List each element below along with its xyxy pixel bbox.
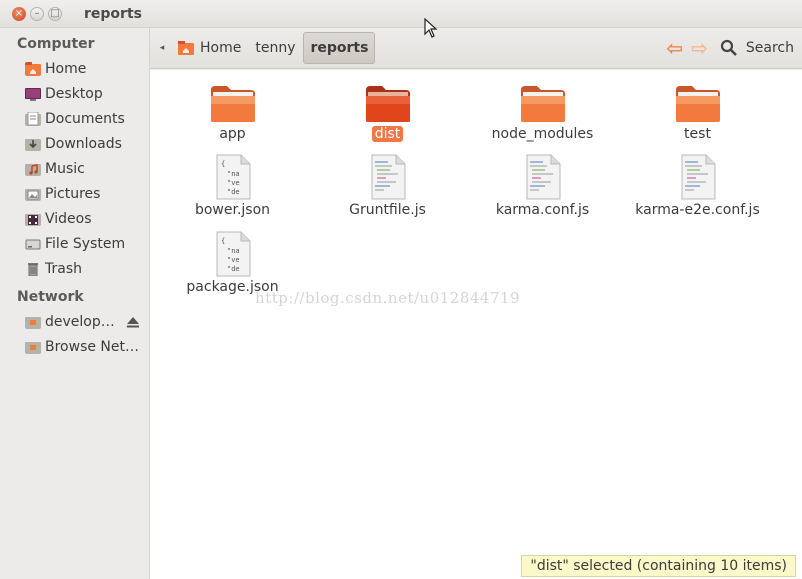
network-share-icon (25, 316, 41, 329)
back-button[interactable]: ⇦ (666, 36, 683, 60)
title-bar: × – □ reports (0, 0, 802, 28)
sidebar-item-label: Desktop (45, 85, 103, 102)
json-preview-line: "na (227, 247, 240, 255)
json-file-icon: { "na "ve "de (216, 231, 250, 277)
file-name: karma-e2e.conf.js (635, 202, 760, 218)
json-preview-line: "na (227, 170, 240, 178)
json-preview-line: "de (227, 265, 240, 273)
sidebar-item-browse-network[interactable]: Browse Net… (0, 334, 149, 359)
breadcrumb-label: Home (200, 40, 242, 56)
file-item-gruntfile-js[interactable]: Gruntfile.js (310, 154, 465, 218)
mouse-cursor-icon (424, 18, 438, 38)
file-name: app (219, 126, 246, 142)
sidebar-item-pictures[interactable]: Pictures (0, 181, 149, 206)
sidebar-item-trash[interactable]: Trash (0, 256, 149, 281)
forward-button[interactable]: ⇨ (691, 36, 708, 60)
sidebar-item-label: Browse Net… (45, 338, 140, 355)
file-name: test (684, 126, 711, 142)
sidebar-item-develop-share[interactable]: develop… (0, 309, 149, 334)
file-item-bower-json[interactable]: { "na "ve "de bower.json (155, 154, 310, 218)
js-file-icon (526, 154, 560, 200)
file-name: dist (371, 126, 404, 142)
sidebar-item-file-system[interactable]: File System (0, 231, 149, 256)
watermark-text: http://blog.csdn.net/u012844719 (255, 289, 521, 307)
js-file-icon (371, 154, 405, 200)
status-text: "dist" selected (containing 10 items) (530, 558, 787, 574)
eject-icon[interactable] (126, 315, 140, 329)
home-folder-icon (25, 61, 41, 76)
home-folder-icon (178, 41, 194, 55)
pictures-folder-icon (25, 188, 41, 201)
window-title: reports (84, 5, 142, 22)
sidebar-heading-network: Network (17, 288, 84, 305)
breadcrumb-reports[interactable]: reports (303, 32, 376, 64)
json-preview-line: "ve (227, 179, 240, 187)
file-item-karma-e2e-conf-js[interactable]: karma-e2e.conf.js (620, 154, 775, 218)
breadcrumb-label: tenny (255, 40, 296, 56)
trash-icon (28, 262, 38, 276)
sidebar-item-label: Home (45, 60, 87, 77)
folder-icon (210, 86, 255, 122)
sidebar-item-label: Music (45, 160, 85, 177)
folder-icon (520, 86, 565, 122)
js-file-icon (681, 154, 715, 200)
file-name: node_modules (491, 126, 594, 142)
sidebar-item-label: Trash (45, 260, 82, 277)
browse-network-icon (25, 341, 41, 354)
desktop-icon (25, 87, 41, 101)
file-item-dist[interactable]: dist (310, 84, 465, 142)
search-icon (720, 39, 737, 56)
sidebar-item-label: Downloads (45, 135, 122, 152)
sidebar-item-label: File System (45, 235, 126, 252)
file-name: karma.conf.js (495, 202, 590, 218)
json-preview-line: { (221, 160, 225, 168)
music-folder-icon (25, 163, 41, 176)
minimize-window-button[interactable]: – (30, 6, 44, 21)
sidebar: Computer Home Desktop Documents Download… (0, 28, 150, 579)
sidebar-item-videos[interactable]: Videos (0, 206, 149, 231)
breadcrumb-label: reports (310, 40, 369, 56)
json-preview-line: "ve (227, 256, 240, 264)
json-preview-line: { (221, 237, 225, 245)
sidebar-item-downloads[interactable]: Downloads (0, 131, 149, 156)
sidebar-heading-computer: Computer (17, 35, 95, 52)
sidebar-item-label: Pictures (45, 185, 101, 202)
downloads-folder-icon (25, 138, 41, 151)
search-button[interactable]: Search (716, 39, 794, 57)
file-view[interactable]: app dist node_modules test { "na "ve "de… (150, 70, 802, 579)
file-item-app[interactable]: app (155, 84, 310, 142)
json-preview-line: "de (227, 188, 240, 196)
sidebar-item-label: Videos (45, 210, 92, 227)
sidebar-item-music[interactable]: Music (0, 156, 149, 181)
search-label: Search (745, 40, 794, 56)
close-window-button[interactable]: × (12, 6, 26, 21)
sidebar-item-label: develop… (45, 313, 115, 330)
maximize-window-button[interactable]: □ (48, 6, 62, 21)
folder-icon (365, 86, 410, 122)
file-item-node-modules[interactable]: node_modules (465, 84, 620, 142)
documents-folder-icon (25, 111, 41, 126)
file-item-package-json[interactable]: { "na "ve "de package.json (155, 231, 310, 295)
sidebar-item-home[interactable]: Home (0, 56, 149, 81)
file-item-test[interactable]: test (620, 84, 775, 142)
json-file-icon: { "na "ve "de (216, 154, 250, 200)
breadcrumb-home[interactable]: Home (172, 32, 247, 64)
file-system-icon (25, 239, 41, 249)
sidebar-item-label: Documents (45, 110, 125, 127)
toolbar: ◂ Home tenny reports ⇦ ⇨ Search (150, 28, 802, 69)
folder-icon (675, 86, 720, 122)
file-name: bower.json (194, 202, 271, 218)
sidebar-item-documents[interactable]: Documents (0, 106, 149, 131)
sidebar-item-desktop[interactable]: Desktop (0, 81, 149, 106)
file-name: Gruntfile.js (349, 202, 426, 218)
file-item-karma-conf-js[interactable]: karma.conf.js (465, 154, 620, 218)
status-bar: "dist" selected (containing 10 items) (521, 555, 796, 577)
videos-folder-icon (25, 213, 41, 226)
breadcrumb-tenny[interactable]: tenny (249, 32, 301, 64)
breadcrumb-scroll-left-button[interactable]: ◂ (152, 43, 172, 53)
